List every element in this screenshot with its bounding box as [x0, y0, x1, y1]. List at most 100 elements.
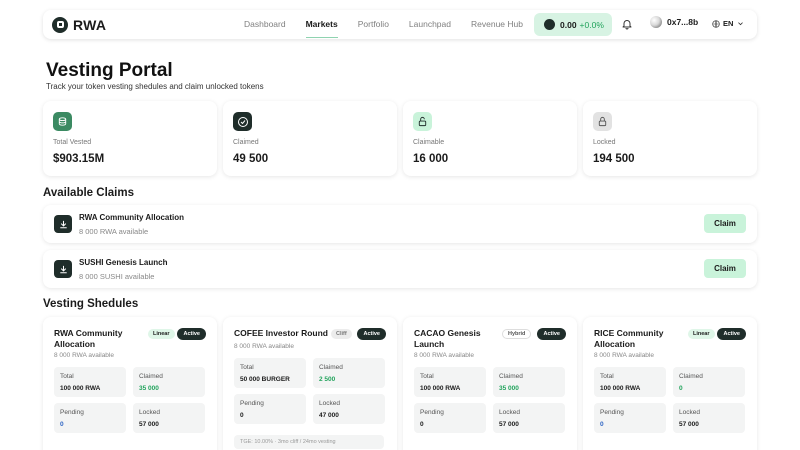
vesting-name: RICE Community Allocation [594, 328, 664, 349]
box-value: 2 500 [319, 376, 336, 383]
wallet-address: 0x7...8b [667, 17, 699, 27]
avatar [650, 16, 662, 28]
box-label: Pending [240, 400, 264, 407]
box-value: 35 000 [499, 385, 519, 392]
top-nav-bar: RWA Dashboard Markets Portfolio Launchpa… [43, 10, 757, 39]
claimed-box: Claimed 0 [673, 367, 745, 397]
nav-launchpad[interactable]: Launchpad [409, 10, 451, 39]
vesting-available: 8 000 RWA available [54, 352, 114, 359]
box-label: Total [240, 364, 254, 371]
balance-change: +0.0% [579, 19, 604, 30]
unlock-icon [413, 112, 432, 131]
claim-button[interactable]: Claim [704, 259, 746, 278]
stat-value: 49 500 [233, 153, 269, 165]
coin-stack-icon [53, 112, 72, 131]
logo-text: RWA [73, 16, 107, 33]
claim-button[interactable]: Claim [704, 214, 746, 233]
claim-name: RWA Community Allocation [79, 213, 185, 222]
type-badge: Hybrid [502, 329, 532, 339]
download-icon [54, 260, 72, 278]
box-label: Pending [420, 409, 444, 416]
vesting-terms-note: TGE: 10.00% · 3mo cliff / 24mo vesting [234, 435, 384, 449]
total-box: Total 50 000 BURGER [234, 358, 306, 388]
globe-icon [712, 19, 720, 28]
box-value: 50 000 BURGER [240, 376, 290, 383]
box-value: 100 000 RWA [420, 385, 461, 392]
nav-revenue-hub[interactable]: Revenue Hub [471, 10, 523, 39]
box-label: Locked [679, 409, 700, 416]
logo[interactable]: RWA [52, 16, 107, 33]
language-selector[interactable]: EN [712, 19, 747, 28]
pending-box: Pending 0 [594, 403, 666, 433]
stat-label: Locked [593, 139, 616, 146]
stat-card-locked: Locked 194 500 [583, 101, 757, 176]
vesting-available: 8 000 RWA available [414, 352, 474, 359]
box-label: Claimed [319, 364, 343, 371]
vesting-card[interactable]: COFEE Investor Round Cliff Active 8 000 … [223, 317, 397, 450]
claim-available: 8 000 RWA available [79, 227, 149, 236]
type-badge: Linear [148, 329, 175, 339]
check-circle-icon [233, 112, 252, 131]
stat-value: 194 500 [593, 153, 635, 165]
vesting-available: 8 000 RWA available [234, 343, 294, 350]
box-value: 35 000 [139, 385, 159, 392]
box-label: Claimed [139, 373, 163, 380]
stat-value: 16 000 [413, 153, 449, 165]
status-badge: Active [717, 328, 746, 340]
box-value: 0 [60, 421, 64, 428]
box-value: 57 000 [679, 421, 699, 428]
claimed-box: Claimed 2 500 [313, 358, 385, 388]
balance-value: 0.00 [560, 19, 577, 30]
box-label: Pending [60, 409, 84, 416]
download-icon [54, 215, 72, 233]
nav-dashboard[interactable]: Dashboard [244, 10, 286, 39]
stat-value: $903.15M [53, 153, 105, 165]
claimed-box: Claimed 35 000 [133, 367, 205, 397]
box-value: 100 000 RWA [600, 385, 641, 392]
type-badge: Linear [688, 329, 715, 339]
chevron-down-icon [738, 22, 744, 26]
pending-box: Pending 0 [414, 403, 486, 433]
vesting-card[interactable]: RWA Community Allocation Linear Active 8… [43, 317, 217, 450]
nav-markets[interactable]: Markets [305, 10, 338, 39]
balance-pill[interactable]: 0.00 +0.0% [534, 13, 612, 36]
pending-box: Pending 0 [234, 394, 306, 424]
lock-icon [593, 112, 612, 131]
locked-box: Locked 57 000 [493, 403, 565, 433]
box-value: 57 000 [499, 421, 519, 428]
nav-portfolio[interactable]: Portfolio [358, 10, 389, 39]
box-label: Pending [600, 409, 624, 416]
vesting-name: COFEE Investor Round [234, 328, 328, 338]
page-title: Vesting Portal [46, 60, 173, 81]
box-value: 100 000 RWA [60, 385, 101, 392]
box-label: Claimed [679, 373, 703, 380]
main-nav: Dashboard Markets Portfolio Launchpad Re… [244, 10, 543, 39]
vesting-schedules-title: Vesting Shedules [43, 298, 139, 310]
box-value: 0 [600, 421, 604, 428]
stat-card-claimable: Claimable 16 000 [403, 101, 577, 176]
locked-box: Locked 47 000 [313, 394, 385, 424]
claim-row: SUSHI Genesis Launch 8 000 SUSHI availab… [43, 250, 757, 288]
box-label: Locked [499, 409, 520, 416]
total-box: Total 100 000 RWA [54, 367, 126, 397]
box-label: Locked [319, 400, 340, 407]
status-badge: Active [357, 328, 386, 340]
wallet-button[interactable]: 0x7...8b [650, 16, 698, 28]
vesting-name: RWA Community Allocation [54, 328, 123, 349]
locked-box: Locked 57 000 [673, 403, 745, 433]
available-claims-title: Available Claims [43, 187, 134, 199]
vesting-card[interactable]: CACAO Genesis Launch Hybrid Active 8 000… [403, 317, 577, 450]
box-value: 0 [420, 421, 424, 428]
stat-label: Claimed [233, 139, 259, 146]
bell-icon[interactable] [621, 18, 633, 30]
token-icon [544, 19, 555, 30]
box-value: 0 [240, 412, 244, 419]
language-label: EN [723, 19, 734, 28]
page-subtitle: Track your token vesting shedules and cl… [46, 82, 264, 91]
vesting-card[interactable]: RICE Community Allocation Linear Active … [583, 317, 757, 450]
status-badge: Active [177, 328, 206, 340]
box-value: 0 [679, 385, 683, 392]
pending-box: Pending 0 [54, 403, 126, 433]
claim-name: SUSHI Genesis Launch [79, 258, 168, 267]
claimed-box: Claimed 35 000 [493, 367, 565, 397]
